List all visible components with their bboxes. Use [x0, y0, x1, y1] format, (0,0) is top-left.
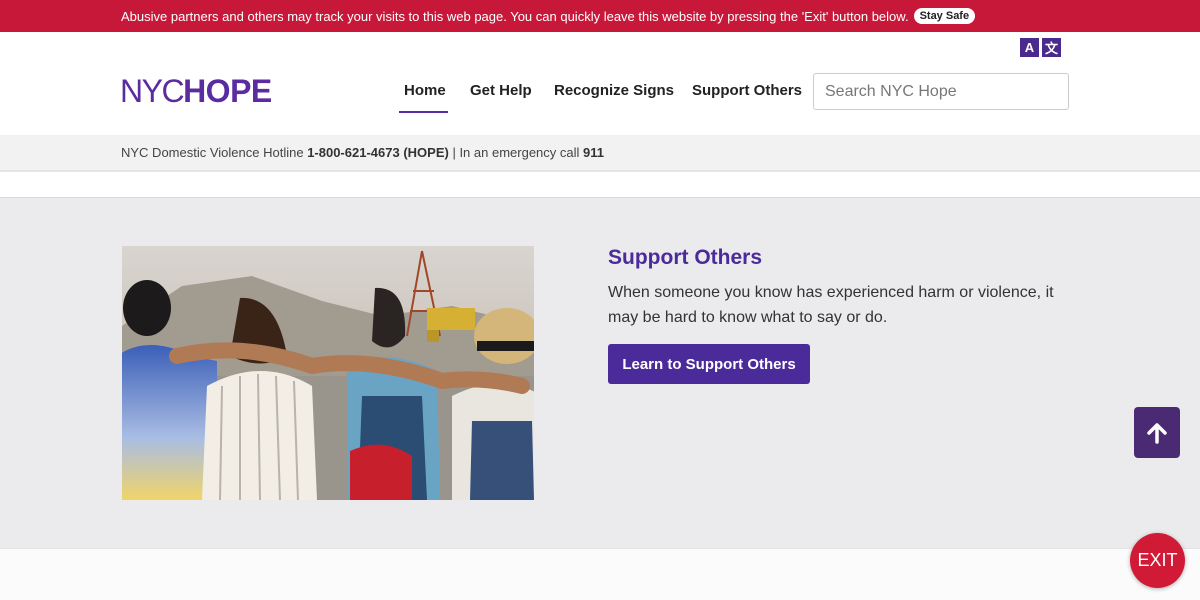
stay-safe-link[interactable]: Stay Safe [913, 8, 976, 24]
nav-active-indicator [399, 111, 448, 113]
feature-description: When someone you know has experienced ha… [608, 284, 1054, 326]
safety-alert-bar: Abusive partners and others may track yo… [0, 0, 1200, 32]
hotline-separator: | In an emergency call [452, 145, 580, 160]
exit-button[interactable]: EXIT [1130, 533, 1185, 588]
arrow-up-icon [1147, 422, 1167, 444]
hotline-bar: NYC Domestic Violence Hotline 1-800-621-… [0, 135, 1200, 172]
safety-alert-text: Abusive partners and others may track yo… [121, 8, 909, 24]
translate-icon-latin: A [1020, 38, 1039, 57]
learn-to-support-others-button[interactable]: Learn to Support Others [608, 344, 810, 384]
friends-photo-illustration [122, 246, 534, 500]
search-input[interactable] [813, 73, 1069, 110]
logo-nyc: NYC [120, 73, 185, 109]
nav-home[interactable]: Home [404, 82, 446, 99]
nav-recognize-signs[interactable]: Recognize Signs [554, 82, 674, 99]
hotline-prefix: NYC Domestic Violence Hotline [121, 145, 304, 160]
nav-support-others[interactable]: Support Others [692, 82, 802, 99]
hotline-number[interactable]: 1-800-621-4673 (HOPE) [307, 145, 449, 160]
emergency-number[interactable]: 911 [583, 145, 604, 160]
translate-icon-chinese: 文 [1042, 38, 1061, 57]
nyc-hope-logo[interactable]: NYCHOPE [120, 73, 272, 110]
back-to-top-button[interactable] [1134, 407, 1180, 458]
feature-title: Support Others [608, 246, 763, 269]
spacer-band [0, 174, 1200, 198]
bottom-band [0, 548, 1200, 600]
friends-photo [122, 246, 534, 500]
translate-button[interactable]: A 文 [1020, 38, 1061, 57]
nav-get-help[interactable]: Get Help [470, 82, 532, 99]
logo-hope: HOPE [183, 73, 272, 109]
